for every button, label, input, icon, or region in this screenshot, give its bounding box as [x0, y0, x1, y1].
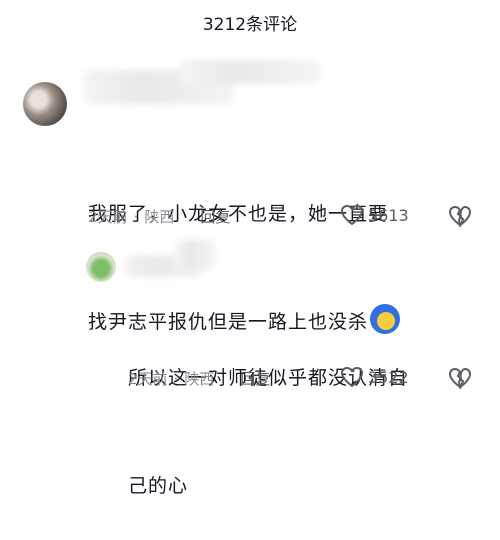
- comment-meta: 2天前 · 陕西 回复: [88, 206, 230, 227]
- meta-separator: ·: [133, 207, 139, 226]
- comment-time: 2天前: [88, 208, 128, 226]
- broken-heart-icon: [448, 367, 472, 390]
- reply-button[interactable]: 回复: [240, 368, 270, 389]
- like-count: 3522: [368, 367, 409, 387]
- blurred-reply-username-extra: [175, 240, 215, 270]
- comment-location: 陕西: [144, 208, 175, 226]
- dislike-button[interactable]: [448, 205, 472, 231]
- comment-line: 己的心: [128, 475, 189, 497]
- comments-header: 3212条评论: [0, 0, 500, 44]
- reply-comment-body: 所以这一对师徒似乎都没认清自 己的心: [128, 288, 488, 540]
- blurred-username-extra: [180, 60, 320, 84]
- reply-dislike-button[interactable]: [448, 367, 472, 393]
- like-count: 5613: [368, 205, 409, 225]
- reply-like-button[interactable]: 3522: [340, 366, 409, 388]
- meta-separator: ·: [173, 369, 179, 388]
- like-button[interactable]: 5613: [340, 204, 409, 226]
- heart-outline-icon: [340, 366, 364, 388]
- broken-heart-icon: [448, 205, 472, 228]
- comment-time: 2天前: [128, 370, 168, 388]
- reply-comment-meta: 2天前 · 陕西 回复: [128, 368, 270, 389]
- heart-outline-icon: [340, 204, 364, 226]
- reply-user-avatar[interactable]: [86, 252, 116, 282]
- comment-count-title: 3212条评论: [202, 14, 298, 35]
- comment-location: 陕西: [184, 370, 215, 388]
- user-avatar[interactable]: [23, 82, 67, 126]
- reply-button[interactable]: 回复: [200, 206, 230, 227]
